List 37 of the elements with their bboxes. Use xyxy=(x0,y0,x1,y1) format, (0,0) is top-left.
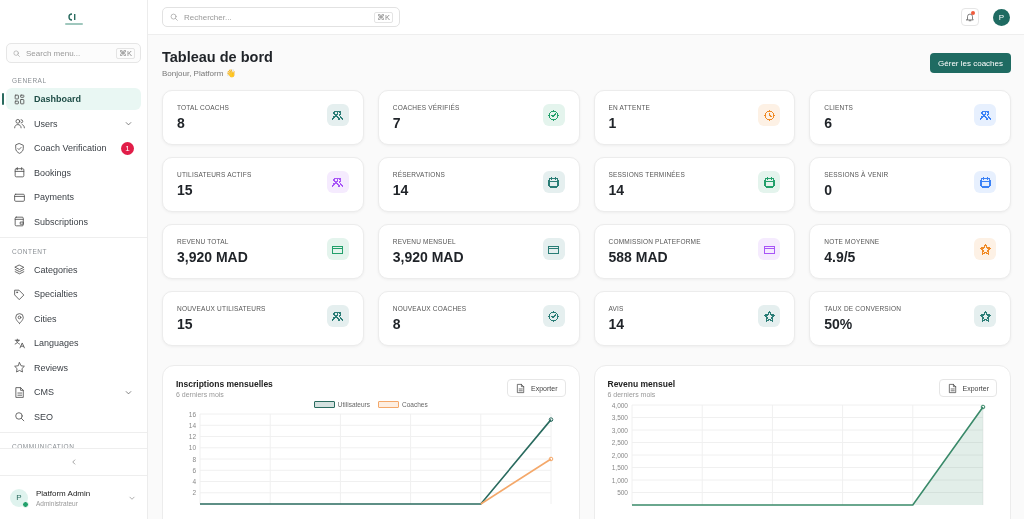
sidebar-item[interactable]: Languages xyxy=(6,332,141,354)
stat-value: 3,920 MAD xyxy=(177,249,248,265)
manage-coaches-button[interactable]: Gérer les coaches xyxy=(930,53,1011,73)
sidebar-item[interactable]: Coach Verification 1 xyxy=(6,137,141,159)
chart-title: Revenu mensuel xyxy=(607,379,676,389)
sidebar-item[interactable]: Reviews xyxy=(6,356,141,379)
sidebar-item[interactable]: Subscriptions xyxy=(6,210,141,233)
user-name: Platform Admin xyxy=(36,488,92,498)
page-title: Tableau de bord xyxy=(162,49,273,65)
stat-value: 8 xyxy=(392,316,402,332)
sidebar-item[interactable]: CMS xyxy=(6,381,141,403)
notification-badge: 1 xyxy=(121,141,134,155)
sidebar-item[interactable]: Users xyxy=(6,112,141,135)
stat-value: 14 xyxy=(608,182,626,198)
sidebar-item[interactable]: Payments xyxy=(6,186,141,208)
user-avatar: P xyxy=(10,488,28,507)
greeting: Bonjour, Platform 👋 xyxy=(162,69,237,78)
stat-value: 15 xyxy=(177,182,194,198)
stat-value: 7 xyxy=(392,115,402,131)
sidebar-item[interactable]: Cities xyxy=(6,307,141,330)
stat-value: 0 xyxy=(824,182,834,198)
user-avatar[interactable]: P xyxy=(993,8,1010,26)
stat-value: 588 MAD xyxy=(608,249,669,265)
stat-value: 4.9/5 xyxy=(824,249,857,265)
sidebar-item[interactable]: SEO xyxy=(6,405,141,428)
sidebar-item[interactable]: Categories xyxy=(6,258,141,281)
stat-value: 1 xyxy=(608,115,618,131)
stat-value: 8 xyxy=(177,115,186,131)
stat-value: 6 xyxy=(824,115,834,131)
stat-value: 50% xyxy=(824,316,854,332)
sidebar-item[interactable]: Bookings xyxy=(6,161,141,184)
stat-value: 15 xyxy=(177,316,194,332)
sidebar-item[interactable]: Specialties xyxy=(6,283,141,305)
stat-value: 14 xyxy=(608,316,625,332)
stat-value: 3,920 MAD xyxy=(392,249,464,265)
stat-value: 14 xyxy=(392,182,410,198)
chart-title: Inscriptions mensuelles xyxy=(176,379,273,389)
